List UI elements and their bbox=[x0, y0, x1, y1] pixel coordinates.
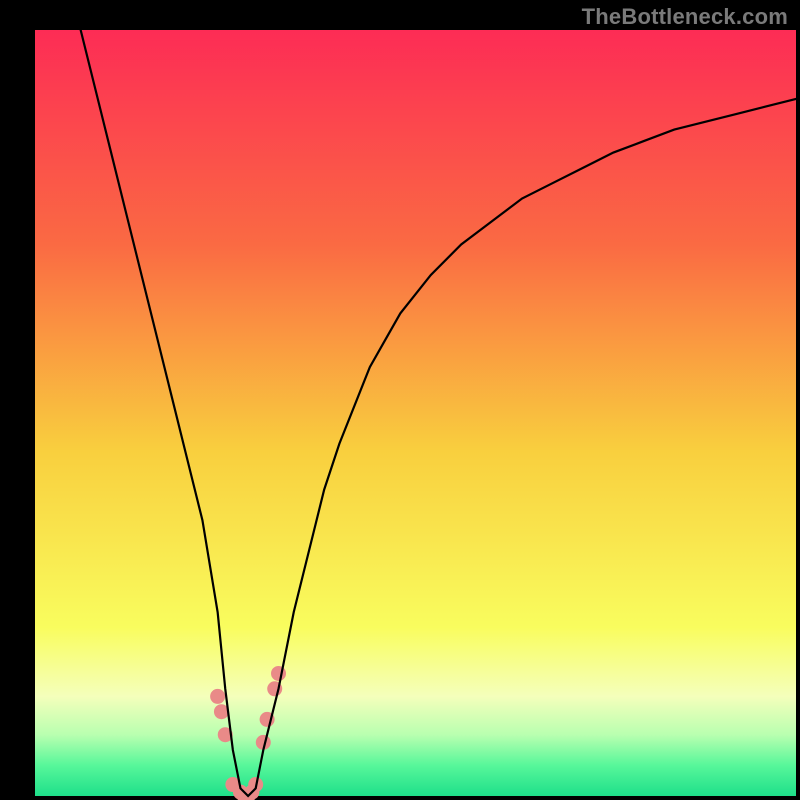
curve-marker bbox=[271, 666, 286, 681]
plot-background bbox=[35, 30, 796, 796]
curve-marker bbox=[210, 689, 225, 704]
bottleneck-chart bbox=[0, 0, 800, 800]
chart-frame: TheBottleneck.com bbox=[0, 0, 800, 800]
watermark-label: TheBottleneck.com bbox=[582, 4, 788, 30]
